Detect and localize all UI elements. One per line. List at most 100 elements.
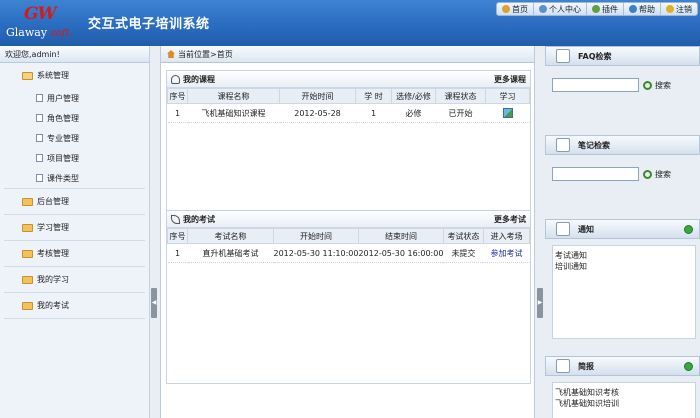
list-item[interactable]: 培训通知	[555, 261, 693, 272]
welcome-text: 欢迎您,admin!	[0, 46, 149, 63]
my-exams-panel: 我的考试 更多考试 序号 考试名称 开始时间 结束时间 考试状态 进入考场 1 …	[166, 210, 531, 384]
notes-search-box: 笔记检索 搜索	[545, 135, 700, 181]
folder-icon	[22, 275, 33, 284]
document-icon	[556, 359, 570, 373]
take-exam-link[interactable]: 参加考试	[490, 249, 522, 258]
top-nav: 首页 个人中心 插件 帮助 注销	[496, 2, 698, 16]
notice-list: 考试通知 培训通知	[552, 245, 696, 339]
notes-title: 笔记检索	[578, 140, 610, 150]
exams-table: 序号 考试名称 开始时间 结束时间 考试状态 进入考场 1 直升机基础考试 20…	[167, 228, 531, 263]
column-header: 学习	[485, 88, 530, 104]
menu-my-study[interactable]: 我的学习	[4, 267, 145, 292]
study-icon[interactable]	[502, 108, 513, 118]
document-icon	[36, 94, 43, 102]
table-row: 1 飞机基础知识课程 2012-05-28 1 必修 已开始	[167, 103, 530, 123]
faq-title: FAQ检索	[578, 51, 612, 61]
menu-study-management[interactable]: 学习管理	[4, 215, 145, 240]
logo-soft: soft.	[50, 28, 73, 39]
home-icon	[167, 50, 175, 58]
document-icon	[36, 174, 43, 182]
column-header: 结束时间	[357, 228, 444, 244]
column-header: 进入考场	[482, 228, 531, 244]
document-icon	[36, 134, 43, 142]
pen-icon	[171, 214, 180, 224]
document-icon	[36, 154, 43, 162]
plugin-icon	[592, 5, 600, 13]
menu-role-management[interactable]: 角色管理	[4, 108, 145, 128]
column-header: 开始时间	[279, 88, 356, 104]
list-item[interactable]: 考试通知	[555, 250, 693, 261]
column-header: 考试状态	[442, 228, 484, 244]
column-header: 课程名称	[187, 88, 280, 104]
document-icon	[36, 114, 43, 122]
nav-help[interactable]: 帮助	[624, 3, 661, 15]
logo-text: Glaway	[6, 26, 48, 39]
app-header: GW Glaway soft. 交互式电子培训系统 首页 个人中心 插件 帮助 …	[0, 0, 700, 46]
menu-user-management[interactable]: 用户管理	[4, 88, 145, 108]
folder-icon	[22, 197, 33, 206]
main-content: 当前位置>首页 我的课程 更多课程 序号 课程名称 开始时间 学 时 选修/必修…	[160, 46, 535, 418]
menu-project-management[interactable]: 项目管理	[4, 148, 145, 168]
notes-search-button[interactable]: 搜索	[655, 169, 671, 180]
faq-search-box: FAQ检索 搜索	[545, 46, 700, 92]
courses-title: 我的课程	[183, 74, 215, 84]
search-icon[interactable]	[643, 80, 652, 90]
nav-logout[interactable]: 注销	[661, 3, 697, 15]
column-header: 开始时间	[273, 228, 359, 244]
faq-search-button[interactable]: 搜索	[655, 80, 671, 91]
logo: GW Glaway soft.	[6, 4, 86, 42]
menu-my-exams[interactable]: 我的考试	[4, 293, 145, 318]
menu-exam-management[interactable]: 考核管理	[4, 241, 145, 266]
news-box: 简报 飞机基础知识考核 飞机基础知识培训	[545, 356, 700, 418]
logout-icon	[666, 5, 674, 13]
user-icon	[171, 74, 180, 84]
folder-icon	[22, 223, 33, 232]
nav-personal-center[interactable]: 个人中心	[534, 3, 587, 15]
menu-courseware-type[interactable]: 课件类型	[4, 168, 145, 188]
courses-table: 序号 课程名称 开始时间 学 时 选修/必修 课程状态 学习 1 飞机基础知识课…	[167, 88, 530, 123]
user-icon	[539, 5, 547, 13]
column-header: 选修/必修	[391, 88, 436, 104]
menu-system-management[interactable]: 系统管理	[4, 63, 145, 88]
more-courses-link[interactable]: 更多课程	[494, 74, 526, 85]
collapse-left-handle[interactable]: ◀	[151, 288, 157, 318]
right-sidebar: FAQ检索 搜索 笔记检索 搜索 通知 考试通知 培训通知 简报 飞机基础知识考…	[545, 46, 700, 418]
notice-box: 通知 考试通知 培训通知	[545, 219, 700, 339]
news-list: 飞机基础知识考核 飞机基础知识培训	[552, 382, 696, 418]
column-header: 序号	[167, 88, 188, 104]
column-header: 学 时	[355, 88, 392, 104]
column-header: 序号	[167, 228, 188, 244]
search-icon[interactable]	[643, 169, 652, 179]
nav-plugin[interactable]: 插件	[587, 3, 624, 15]
menu-group-system: 系统管理 用户管理 角色管理 专业管理 项目管理 课件类型	[4, 63, 145, 189]
notes-icon	[556, 138, 570, 152]
list-item[interactable]: 飞机基础知识培训	[555, 398, 693, 409]
table-row: 1 直升机基础考试 2012-05-30 11:10:00 2012-05-30…	[167, 243, 530, 263]
folder-open-icon	[22, 71, 33, 80]
lightbulb-icon	[556, 222, 570, 236]
column-header: 课程状态	[435, 88, 486, 104]
notice-title: 通知	[578, 224, 594, 234]
exams-title: 我的考试	[183, 214, 215, 224]
folder-icon	[22, 249, 33, 258]
home-icon	[502, 5, 510, 13]
nav-home[interactable]: 首页	[497, 3, 534, 15]
help-icon	[629, 5, 637, 13]
column-header: 考试名称	[187, 228, 274, 244]
list-item[interactable]: 飞机基础知识考核	[555, 387, 693, 398]
my-courses-panel: 我的课程 更多课程 序号 课程名称 开始时间 学 时 选修/必修 课程状态 学习…	[166, 70, 531, 220]
toggle-icon[interactable]	[684, 224, 693, 234]
folder-icon	[22, 301, 33, 310]
collapse-right-handle[interactable]: ▶	[537, 288, 543, 318]
faq-search-icon	[556, 49, 570, 63]
system-title: 交互式电子培训系统	[88, 17, 210, 32]
notes-search-input[interactable]	[552, 167, 639, 181]
toggle-icon[interactable]	[684, 361, 693, 371]
menu-backend-management[interactable]: 后台管理	[4, 189, 145, 214]
more-exams-link[interactable]: 更多考试	[494, 214, 526, 225]
breadcrumb: 当前位置>首页	[161, 46, 534, 63]
logo-mark: GW	[24, 4, 57, 24]
faq-search-input[interactable]	[552, 78, 639, 92]
menu-major-management[interactable]: 专业管理	[4, 128, 145, 148]
left-sidebar: 欢迎您,admin! 系统管理 用户管理 角色管理 专业管理 项目管理 课件类型…	[0, 46, 150, 418]
